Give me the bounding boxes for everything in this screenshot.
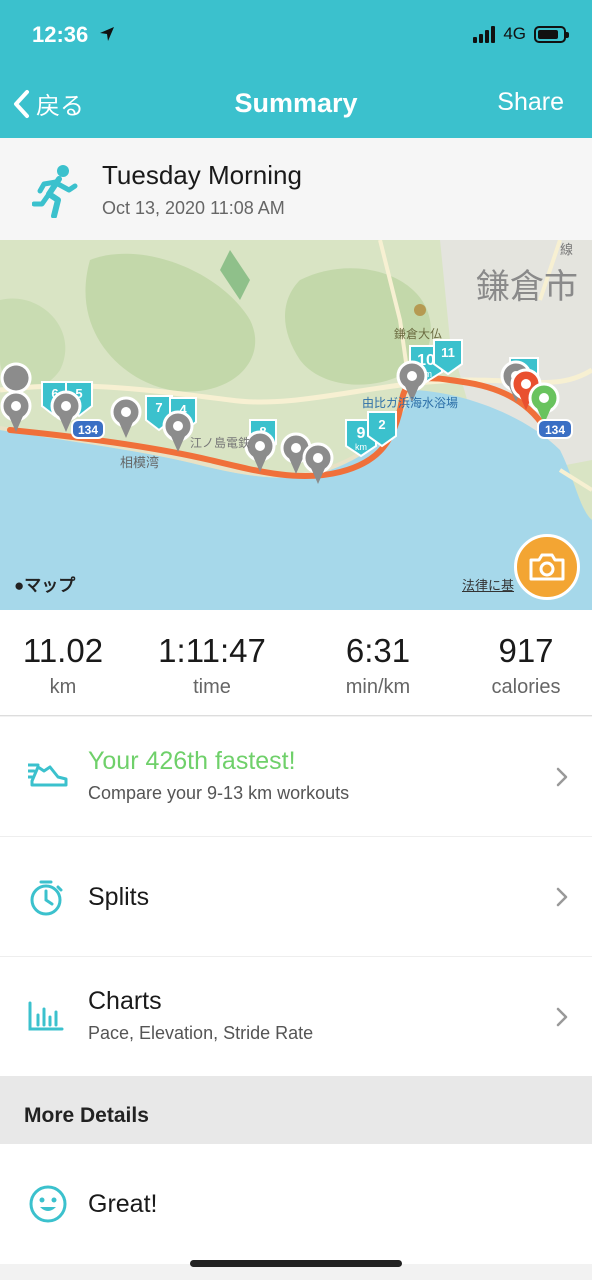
stat-unit: km [49,676,77,698]
splits-row[interactable]: Splits [0,837,592,957]
road-badge: 134 [71,419,105,439]
map-label-railway: 江ノ島電鉄 [190,435,250,450]
stat-unit: time [193,676,231,698]
stat-duration: 1:11:47 time [158,632,266,699]
km-marker-label: 2 [378,417,385,432]
photo-pin[interactable] [0,362,32,394]
km-marker-label: 7 [155,400,162,415]
camera-button[interactable] [514,534,580,600]
shoe-icon [28,763,68,787]
km-marker-unit: km [355,442,367,452]
stat-unit: calories [491,676,561,698]
map-canvas: 6 5 7 4 8 9 km 10 km 11 [0,240,592,610]
activity-header: Tuesday Morning Oct 13, 2020 11:08 AM [0,138,592,240]
road-badge: 134 [537,419,573,439]
stat-pace: 6:31 min/km [346,632,410,699]
signal-icon [473,25,496,43]
bar-chart-icon [28,1001,64,1031]
stat-value: 1:11:47 [158,632,266,669]
section-title: More Details [24,1104,149,1127]
location-arrow-icon [100,27,114,41]
stopwatch-icon [30,880,63,916]
mood-label: Great! [88,1190,158,1218]
road-badge-label: 134 [78,423,98,437]
route-map[interactable]: 6 5 7 4 8 9 km 10 km 11 [0,240,592,610]
chevron-right-icon [556,767,568,787]
stat-value: 6:31 [345,632,411,669]
status-indicators: 4G [473,24,569,44]
maps-logo-text: マップ [24,576,76,595]
chevron-right-icon [556,887,568,907]
splits-title: Splits [88,883,150,911]
battery-icon [534,25,569,43]
legal-link[interactable]: 法律に基 [462,575,514,594]
camera-icon [529,553,565,581]
network-type: 4G [503,24,526,43]
stat-calories: 917 calories [492,632,561,699]
stat-value: 917 [498,632,554,669]
runner-icon [32,165,78,218]
stat-unit: min/km [345,676,411,698]
stat-value: 11.02 [22,632,104,669]
map-label-city: 鎌倉市 [476,267,578,307]
charts-subtitle: Pace, Elevation, Stride Rate [88,1023,314,1043]
share-button[interactable]: Share [497,88,564,117]
fastest-subtitle: Compare your 9-13 km workouts [88,783,350,803]
chevron-right-icon [556,1007,568,1027]
fastest-title: Your 426th fastest! [88,747,296,775]
charts-row[interactable]: Charts Pace, Elevation, Stride Rate [0,957,592,1077]
more-details-header: More Details [0,1076,592,1144]
km-marker-label: 9 [357,425,366,442]
smiley-icon [29,1185,67,1223]
stat-distance: 11.02 km [23,632,103,699]
map-label-line: 線 [560,242,573,258]
header-bar: 12:36 4G 戻る Summary Share [0,0,592,138]
mood-row[interactable]: Great! [0,1144,592,1264]
summary-list: Your 426th fastest! Compare your 9-13 km… [0,717,592,1077]
status-time: 12:36 [32,22,89,47]
apple-logo-icon: ● [14,576,25,595]
temple-icon [414,304,426,316]
stats-bar: 11.02 km 1:11:47 time 6:31 min/km 917 ca… [0,610,592,716]
map-label-beach: 由比ガ浜海水浴場 [362,395,458,410]
activity-datetime: Oct 13, 2020 11:08 AM [102,198,285,218]
km-marker-label: 11 [441,345,455,360]
activity-title: Tuesday Morning [102,160,302,190]
home-indicator[interactable] [190,1260,402,1267]
fastest-row[interactable]: Your 426th fastest! Compare your 9-13 km… [0,717,592,837]
charts-title: Charts [88,987,162,1015]
maps-logo: ●マップ [14,571,75,596]
road-badge-label: 134 [545,423,565,437]
map-label-daibutsu: 鎌倉大仏 [394,326,442,341]
map-label-bay: 相模湾 [120,455,159,471]
